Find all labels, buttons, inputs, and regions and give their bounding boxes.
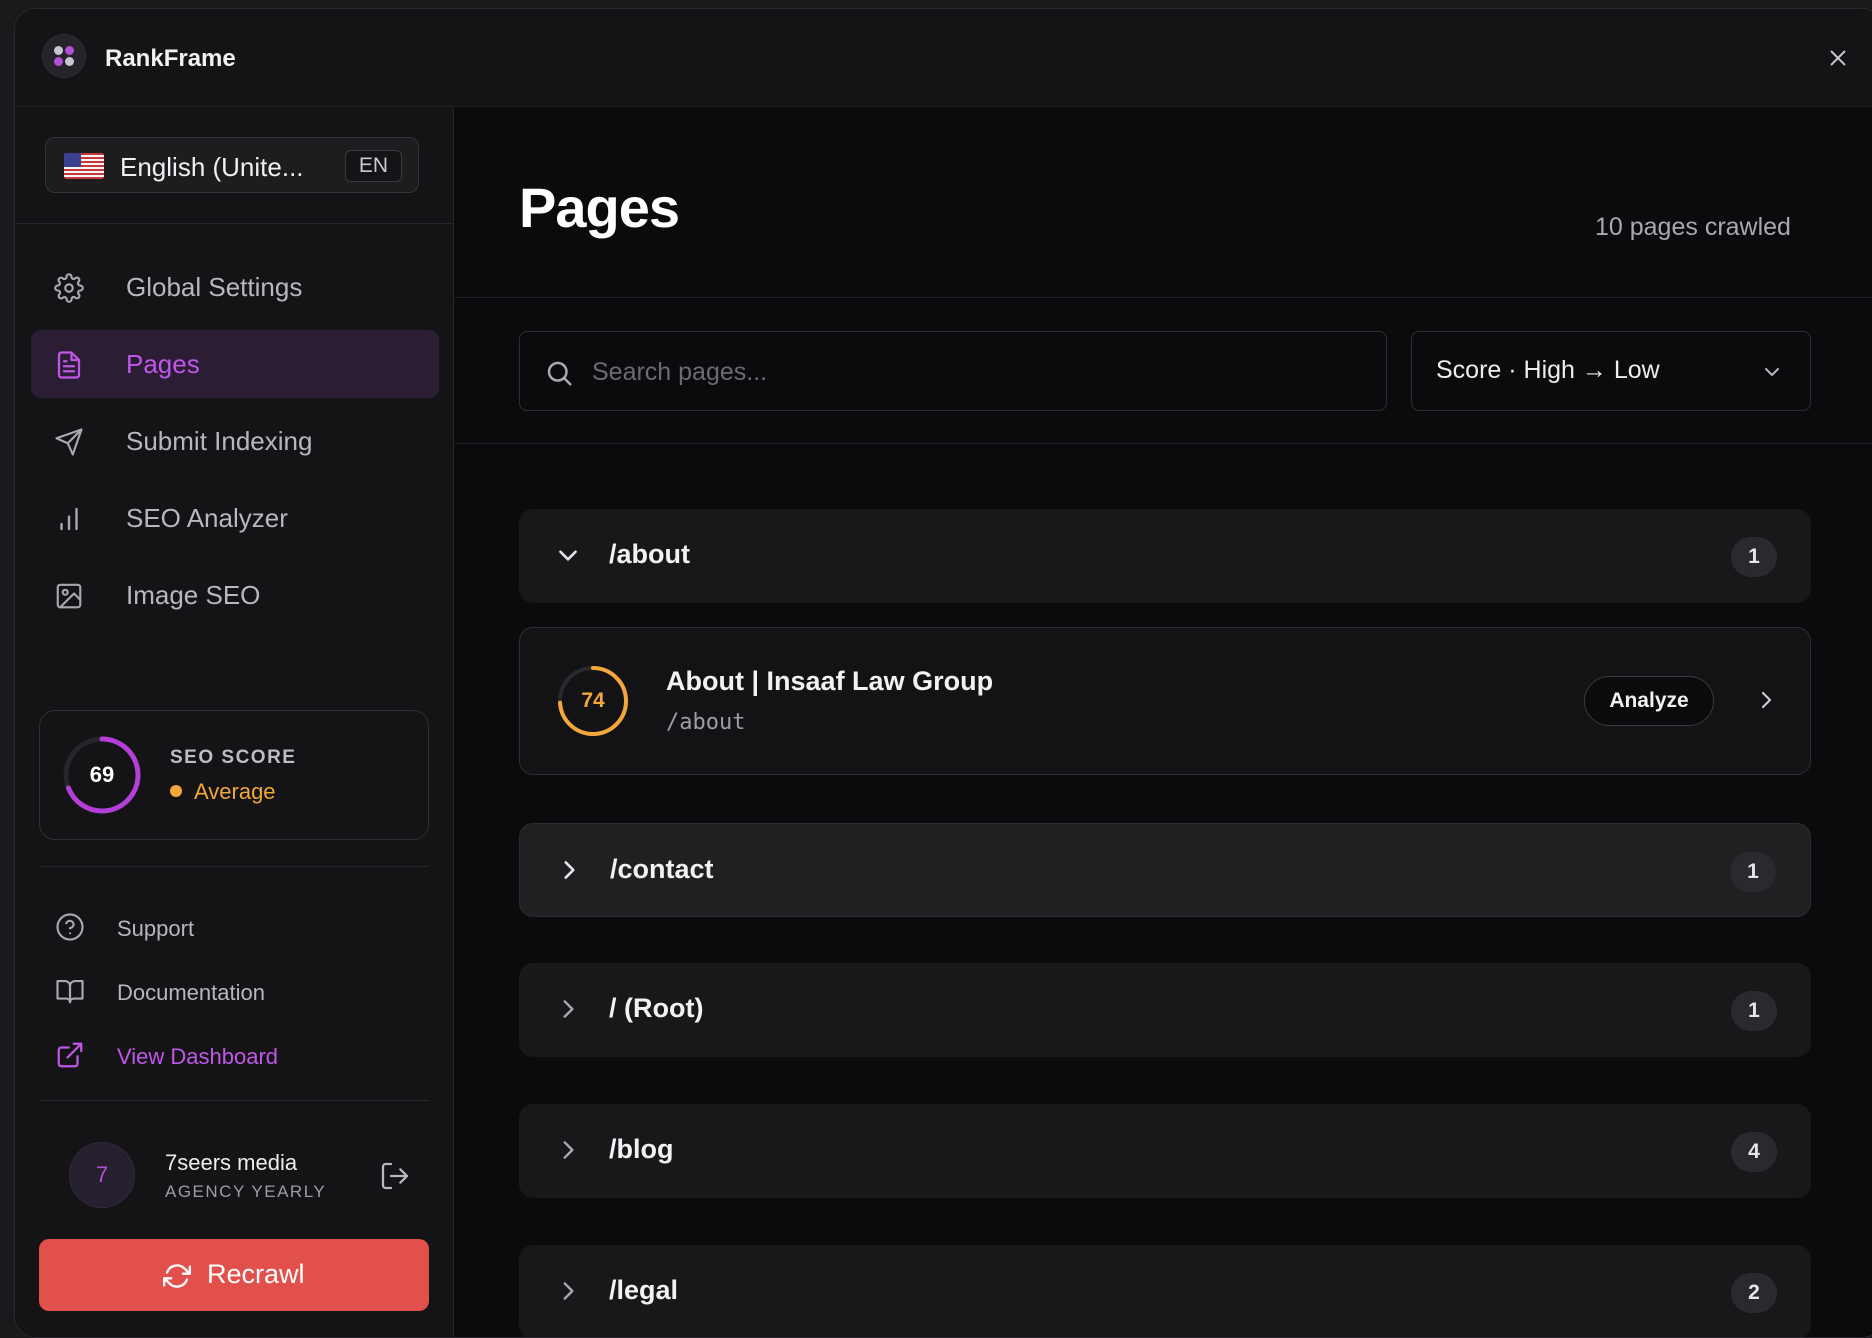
view-dashboard-label: View Dashboard (117, 1044, 279, 1069)
document-icon (57, 351, 81, 379)
page-title-text: About | Insaaf Law Group (666, 666, 994, 696)
page-row-about[interactable]: 74 About | Insaaf Law Group /about Analy… (519, 627, 1811, 775)
divider (39, 1100, 429, 1101)
account-panel: 7 7seers media AGENCY YEARLY (69, 1142, 419, 1212)
group-count-badge: 1 (1731, 991, 1777, 1031)
divider (15, 223, 453, 224)
seo-score-card: 69 SEO SCORE Average (39, 710, 429, 840)
sort-select[interactable]: Score · High → Low (1411, 331, 1811, 411)
external-link-icon (57, 1042, 83, 1068)
group-path: /blog (609, 1134, 674, 1164)
group-root[interactable]: / (Root) 1 (519, 963, 1811, 1057)
account-name: 7seers media (165, 1150, 298, 1175)
seo-score-status-label: Average (194, 779, 276, 804)
analyze-button[interactable]: Analyze (1584, 676, 1714, 726)
app-window: RankFrame English (Unite... EN Global Se… (14, 8, 1872, 1338)
search-box[interactable] (519, 331, 1387, 411)
refresh-icon (163, 1264, 191, 1288)
send-icon (55, 428, 83, 456)
logout-icon[interactable] (379, 1160, 411, 1192)
nav-item-submit-indexing[interactable]: Submit Indexing (31, 407, 439, 475)
book-icon (56, 979, 84, 1004)
search-input[interactable] (592, 352, 1352, 392)
title-bar: RankFrame (15, 9, 1872, 107)
page-path: /about (666, 710, 746, 735)
language-code: EN (344, 150, 402, 182)
nav-item-seo-analyzer[interactable]: SEO Analyzer (31, 484, 439, 552)
app-logo (43, 35, 85, 77)
search-icon (547, 361, 572, 386)
nav-item-global-settings[interactable]: Global Settings (31, 253, 439, 321)
group-legal[interactable]: /legal 2 (519, 1245, 1811, 1337)
nav-item-pages[interactable]: Pages (31, 330, 439, 398)
nav-label: Pages (126, 349, 200, 379)
pages-crawled-count: 10 pages crawled (1595, 213, 1791, 241)
sidebar: English (Unite... EN Global Settings Pag… (15, 107, 454, 1337)
app-title: RankFrame (105, 45, 236, 72)
language-select[interactable]: English (Unite... EN (45, 137, 419, 193)
bar-chart-icon (60, 507, 78, 531)
language-label: English (Unite... (120, 152, 304, 182)
group-count-badge: 1 (1731, 537, 1777, 577)
recrawl-button[interactable]: Recrawl (39, 1239, 429, 1311)
support-label: Support (117, 916, 195, 941)
page-title: Pages (519, 176, 680, 239)
help-circle-icon (56, 913, 84, 941)
group-path: /about (609, 539, 690, 569)
nav-label: Image SEO (126, 580, 261, 610)
chevron-down-icon (1765, 368, 1779, 376)
chevron-right-icon[interactable] (1754, 688, 1778, 712)
seo-score-value: 69 (89, 762, 115, 787)
chevron-right-icon (563, 1282, 574, 1300)
group-contact[interactable]: /contact 1 (519, 823, 1811, 917)
avatar: 7 (69, 1142, 135, 1208)
group-path: / (Root) (609, 993, 704, 1023)
nav-label: SEO Analyzer (126, 503, 288, 533)
page-score-value: 74 (581, 689, 605, 712)
gear-icon (54, 273, 84, 303)
close-icon[interactable] (1827, 47, 1849, 69)
group-count-badge: 1 (1730, 852, 1776, 892)
nav-label: Submit Indexing (126, 426, 313, 456)
chevron-down-icon (559, 550, 577, 561)
chevron-right-icon (563, 1000, 574, 1018)
chevron-right-icon (563, 1141, 574, 1159)
nav-label: Global Settings (126, 272, 303, 302)
status-dot (170, 785, 182, 798)
group-path: /legal (609, 1275, 679, 1305)
main-content: Pages 10 pages crawled Score · High → Lo… (455, 107, 1872, 1337)
image-icon (56, 583, 82, 609)
group-count-badge: 2 (1731, 1273, 1777, 1313)
chevron-right-icon (564, 861, 575, 879)
divider (39, 866, 429, 867)
us-flag-icon (64, 153, 104, 179)
group-path: /contact (610, 854, 714, 884)
seo-score-status: Average (170, 779, 276, 805)
documentation-label: Documentation (117, 980, 265, 1005)
account-plan: AGENCY YEARLY (165, 1182, 327, 1201)
recrawl-label: Recrawl (207, 1259, 305, 1289)
sort-label: Score · High → Low (1436, 356, 1660, 384)
divider (455, 443, 1872, 444)
group-blog[interactable]: /blog 4 (519, 1104, 1811, 1198)
group-about[interactable]: /about 1 (519, 509, 1811, 603)
nav-item-image-seo[interactable]: Image SEO (31, 561, 439, 629)
seo-score-caption: SEO SCORE (170, 747, 297, 768)
divider (455, 297, 1872, 298)
group-count-badge: 4 (1731, 1132, 1777, 1172)
